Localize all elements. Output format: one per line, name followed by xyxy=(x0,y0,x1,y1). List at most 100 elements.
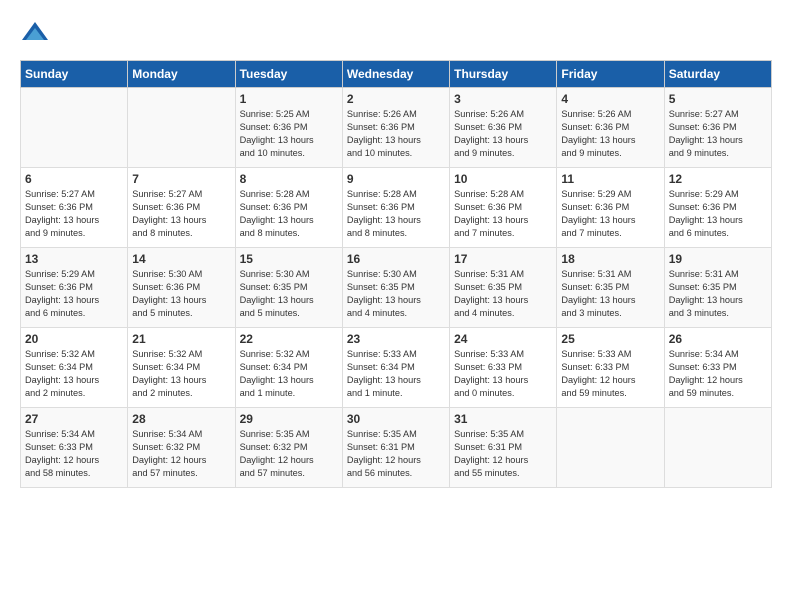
day-number: 11 xyxy=(561,172,659,186)
calendar-cell: 20 Sunrise: 5:32 AM Sunset: 6:34 PM Dayli… xyxy=(21,328,128,408)
cell-content: Sunrise: 5:30 AM Sunset: 6:36 PM Dayligh… xyxy=(132,268,230,320)
day-number: 12 xyxy=(669,172,767,186)
calendar-cell xyxy=(21,88,128,168)
cell-content: Sunrise: 5:28 AM Sunset: 6:36 PM Dayligh… xyxy=(240,188,338,240)
logo-icon xyxy=(20,20,50,50)
calendar-body: 1 Sunrise: 5:25 AM Sunset: 6:36 PM Daylig… xyxy=(21,88,772,488)
day-number: 17 xyxy=(454,252,552,266)
day-number: 10 xyxy=(454,172,552,186)
weekday-header-saturday: Saturday xyxy=(664,61,771,88)
cell-content: Sunrise: 5:31 AM Sunset: 6:35 PM Dayligh… xyxy=(454,268,552,320)
calendar-cell: 12 Sunrise: 5:29 AM Sunset: 6:36 PM Dayli… xyxy=(664,168,771,248)
cell-content: Sunrise: 5:34 AM Sunset: 6:33 PM Dayligh… xyxy=(25,428,123,480)
day-number: 20 xyxy=(25,332,123,346)
day-number: 15 xyxy=(240,252,338,266)
cell-content: Sunrise: 5:32 AM Sunset: 6:34 PM Dayligh… xyxy=(240,348,338,400)
cell-content: Sunrise: 5:29 AM Sunset: 6:36 PM Dayligh… xyxy=(25,268,123,320)
cell-content: Sunrise: 5:29 AM Sunset: 6:36 PM Dayligh… xyxy=(669,188,767,240)
calendar-week-row: 20 Sunrise: 5:32 AM Sunset: 6:34 PM Dayli… xyxy=(21,328,772,408)
calendar-cell: 7Sunrise: 5:27 AM Sunset: 6:36 PM Daylig… xyxy=(128,168,235,248)
calendar-cell: 10 Sunrise: 5:28 AM Sunset: 6:36 PM Dayli… xyxy=(450,168,557,248)
day-number: 2 xyxy=(347,92,445,106)
calendar-cell: 29 Sunrise: 5:35 AM Sunset: 6:32 PM Dayli… xyxy=(235,408,342,488)
cell-content: Sunrise: 5:31 AM Sunset: 6:35 PM Dayligh… xyxy=(669,268,767,320)
day-number: 26 xyxy=(669,332,767,346)
calendar-cell: 17 Sunrise: 5:31 AM Sunset: 6:35 PM Dayli… xyxy=(450,248,557,328)
cell-content: Sunrise: 5:35 AM Sunset: 6:31 PM Dayligh… xyxy=(347,428,445,480)
day-number: 1 xyxy=(240,92,338,106)
day-number: 25 xyxy=(561,332,659,346)
day-number: 19 xyxy=(669,252,767,266)
cell-content: Sunrise: 5:34 AM Sunset: 6:32 PM Dayligh… xyxy=(132,428,230,480)
cell-content: Sunrise: 5:33 AM Sunset: 6:33 PM Dayligh… xyxy=(561,348,659,400)
cell-content: Sunrise: 5:26 AM Sunset: 6:36 PM Dayligh… xyxy=(347,108,445,160)
calendar-cell: 16Sunrise: 5:30 AM Sunset: 6:35 PM Dayli… xyxy=(342,248,449,328)
cell-content: Sunrise: 5:35 AM Sunset: 6:32 PM Dayligh… xyxy=(240,428,338,480)
calendar-cell: 19 Sunrise: 5:31 AM Sunset: 6:35 PM Dayli… xyxy=(664,248,771,328)
calendar-cell: 3 Sunrise: 5:26 AM Sunset: 6:36 PM Daylig… xyxy=(450,88,557,168)
cell-content: Sunrise: 5:27 AM Sunset: 6:36 PM Dayligh… xyxy=(669,108,767,160)
calendar-cell: 28 Sunrise: 5:34 AM Sunset: 6:32 PM Dayli… xyxy=(128,408,235,488)
cell-content: Sunrise: 5:32 AM Sunset: 6:34 PM Dayligh… xyxy=(132,348,230,400)
cell-content: Sunrise: 5:34 AM Sunset: 6:33 PM Dayligh… xyxy=(669,348,767,400)
cell-content: Sunrise: 5:35 AM Sunset: 6:31 PM Dayligh… xyxy=(454,428,552,480)
calendar-cell: 13Sunrise: 5:29 AM Sunset: 6:36 PM Dayli… xyxy=(21,248,128,328)
day-number: 29 xyxy=(240,412,338,426)
calendar-cell: 30 Sunrise: 5:35 AM Sunset: 6:31 PM Dayli… xyxy=(342,408,449,488)
weekday-header-wednesday: Wednesday xyxy=(342,61,449,88)
day-number: 31 xyxy=(454,412,552,426)
calendar-cell: 11 Sunrise: 5:29 AM Sunset: 6:36 PM Dayli… xyxy=(557,168,664,248)
weekday-header-sunday: Sunday xyxy=(21,61,128,88)
calendar-cell: 9 Sunrise: 5:28 AM Sunset: 6:36 PM Daylig… xyxy=(342,168,449,248)
cell-content: Sunrise: 5:29 AM Sunset: 6:36 PM Dayligh… xyxy=(561,188,659,240)
weekday-header-row: SundayMondayTuesdayWednesdayThursdayFrid… xyxy=(21,61,772,88)
day-number: 18 xyxy=(561,252,659,266)
cell-content: Sunrise: 5:26 AM Sunset: 6:36 PM Dayligh… xyxy=(561,108,659,160)
calendar-cell: 26 Sunrise: 5:34 AM Sunset: 6:33 PM Dayli… xyxy=(664,328,771,408)
day-number: 30 xyxy=(347,412,445,426)
cell-content: Sunrise: 5:33 AM Sunset: 6:34 PM Dayligh… xyxy=(347,348,445,400)
calendar-cell: 22 Sunrise: 5:32 AM Sunset: 6:34 PM Dayli… xyxy=(235,328,342,408)
calendar-week-row: 6Sunrise: 5:27 AM Sunset: 6:36 PM Daylig… xyxy=(21,168,772,248)
calendar-cell xyxy=(128,88,235,168)
day-number: 23 xyxy=(347,332,445,346)
day-number: 3 xyxy=(454,92,552,106)
cell-content: Sunrise: 5:33 AM Sunset: 6:33 PM Dayligh… xyxy=(454,348,552,400)
day-number: 5 xyxy=(669,92,767,106)
calendar-cell: 8Sunrise: 5:28 AM Sunset: 6:36 PM Daylig… xyxy=(235,168,342,248)
calendar-cell xyxy=(664,408,771,488)
calendar-cell: 6Sunrise: 5:27 AM Sunset: 6:36 PM Daylig… xyxy=(21,168,128,248)
calendar-cell: 5 Sunrise: 5:27 AM Sunset: 6:36 PM Daylig… xyxy=(664,88,771,168)
weekday-header-thursday: Thursday xyxy=(450,61,557,88)
calendar-cell xyxy=(557,408,664,488)
day-number: 4 xyxy=(561,92,659,106)
cell-content: Sunrise: 5:28 AM Sunset: 6:36 PM Dayligh… xyxy=(347,188,445,240)
calendar-week-row: 1 Sunrise: 5:25 AM Sunset: 6:36 PM Daylig… xyxy=(21,88,772,168)
calendar-cell: 1 Sunrise: 5:25 AM Sunset: 6:36 PM Daylig… xyxy=(235,88,342,168)
cell-content: Sunrise: 5:26 AM Sunset: 6:36 PM Dayligh… xyxy=(454,108,552,160)
calendar-cell: 23 Sunrise: 5:33 AM Sunset: 6:34 PM Dayli… xyxy=(342,328,449,408)
cell-content: Sunrise: 5:30 AM Sunset: 6:35 PM Dayligh… xyxy=(347,268,445,320)
cell-content: Sunrise: 5:25 AM Sunset: 6:36 PM Dayligh… xyxy=(240,108,338,160)
day-number: 21 xyxy=(132,332,230,346)
calendar-cell: 4 Sunrise: 5:26 AM Sunset: 6:36 PM Daylig… xyxy=(557,88,664,168)
day-number: 9 xyxy=(347,172,445,186)
calendar-cell: 14 Sunrise: 5:30 AM Sunset: 6:36 PM Dayli… xyxy=(128,248,235,328)
weekday-header-friday: Friday xyxy=(557,61,664,88)
day-number: 28 xyxy=(132,412,230,426)
calendar-cell: 18 Sunrise: 5:31 AM Sunset: 6:35 PM Dayli… xyxy=(557,248,664,328)
day-number: 22 xyxy=(240,332,338,346)
day-number: 14 xyxy=(132,252,230,266)
logo xyxy=(20,20,56,50)
calendar-cell: 25 Sunrise: 5:33 AM Sunset: 6:33 PM Dayli… xyxy=(557,328,664,408)
calendar-table: SundayMondayTuesdayWednesdayThursdayFrid… xyxy=(20,60,772,488)
weekday-header-monday: Monday xyxy=(128,61,235,88)
weekday-header-tuesday: Tuesday xyxy=(235,61,342,88)
cell-content: Sunrise: 5:31 AM Sunset: 6:35 PM Dayligh… xyxy=(561,268,659,320)
calendar-cell: 27 Sunrise: 5:34 AM Sunset: 6:33 PM Dayli… xyxy=(21,408,128,488)
day-number: 24 xyxy=(454,332,552,346)
day-number: 27 xyxy=(25,412,123,426)
cell-content: Sunrise: 5:32 AM Sunset: 6:34 PM Dayligh… xyxy=(25,348,123,400)
page-header xyxy=(20,20,772,50)
cell-content: Sunrise: 5:28 AM Sunset: 6:36 PM Dayligh… xyxy=(454,188,552,240)
